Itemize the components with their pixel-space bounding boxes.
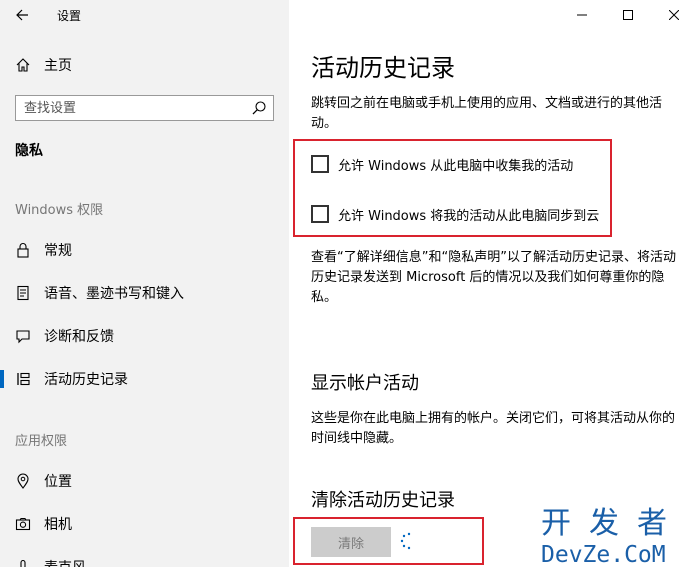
watermark-bottom-text: DevZe.CoM — [541, 542, 666, 567]
camera-icon — [14, 515, 32, 533]
home-icon — [14, 56, 32, 74]
active-indicator — [0, 370, 4, 388]
timeline-icon — [14, 370, 32, 388]
search-input[interactable] — [24, 99, 244, 117]
search-icon[interactable] — [251, 100, 267, 116]
minimize-icon — [577, 14, 587, 16]
sidebar-item-label: 主页 — [44, 58, 72, 74]
app-permissions-heading: 应用权限 — [15, 434, 68, 449]
sidebar: 设置 主页 隐私 Windows 权限 常规 语音、墨迹书写和键入 诊断和反馈 — [0, 0, 289, 567]
sidebar-item-general[interactable]: 常规 — [0, 232, 289, 268]
microphone-icon — [14, 558, 32, 567]
sidebar-item-speech[interactable]: 语音、墨迹书写和键入 — [0, 275, 289, 311]
privacy-note: 查看“了解详细信息”和“隐私声明”以了解活动历史记录、将活动历史记录发送到 Mi… — [311, 250, 676, 305]
titlebar-left: 设置 — [0, 0, 289, 30]
checkbox-label: 允许 Windows 将我的活动从此电脑同步到云 — [338, 208, 600, 224]
sidebar-item-camera[interactable]: 相机 — [0, 506, 289, 542]
page-title: 活动历史记录 — [311, 54, 455, 82]
checkbox[interactable] — [311, 205, 329, 223]
privacy-heading: 隐私 — [15, 143, 43, 159]
close-button[interactable] — [651, 0, 697, 30]
sidebar-item-home[interactable]: 主页 — [0, 47, 289, 83]
arrow-left-icon[interactable] — [12, 5, 32, 25]
sidebar-item-label: 位置 — [44, 474, 72, 490]
sidebar-item-label: 诊断和反馈 — [44, 329, 114, 345]
feedback-icon — [14, 327, 32, 345]
search-box[interactable] — [15, 95, 274, 121]
lock-icon — [14, 241, 32, 259]
sidebar-item-activity-history[interactable]: 活动历史记录 — [0, 361, 289, 397]
checkbox-collect-activity[interactable]: 允许 Windows 从此电脑中收集我的活动 — [311, 153, 573, 175]
maximize-button[interactable] — [605, 0, 651, 30]
watermark-logo: 开发者 DevZe.CoM — [541, 498, 691, 567]
location-icon — [14, 472, 32, 490]
show-accounts-heading: 显示帐户活动 — [311, 373, 419, 394]
close-icon — [669, 10, 679, 20]
checkbox-sync-activity[interactable]: 允许 Windows 将我的活动从此电脑同步到云 — [311, 203, 599, 225]
checkbox[interactable] — [311, 155, 329, 173]
loading-spinner-icon — [400, 532, 411, 550]
sidebar-item-label: 语音、墨迹书写和键入 — [44, 286, 184, 302]
sidebar-item-label: 常规 — [44, 243, 72, 259]
minimize-button[interactable] — [559, 0, 605, 30]
document-icon — [14, 284, 32, 302]
sidebar-item-label: 麦克风 — [44, 557, 86, 567]
window-controls — [559, 0, 699, 30]
clear-button[interactable]: 清除 — [311, 527, 391, 557]
intro-text: 跳转回之前在电脑或手机上使用的应用、文档或进行的其他活动。 — [311, 96, 663, 131]
checkbox-label: 允许 Windows 从此电脑中收集我的活动 — [338, 158, 574, 174]
watermark-top-text: 开发者 — [541, 506, 685, 541]
maximize-icon — [623, 10, 633, 20]
sidebar-item-diagnostics[interactable]: 诊断和反馈 — [0, 318, 289, 354]
sidebar-item-label: 相机 — [44, 517, 72, 533]
show-accounts-description: 这些是你在此电脑上拥有的帐户。关闭它们，可将其活动从你的时间线中隐藏。 — [311, 411, 676, 446]
app-title: 设置 — [57, 9, 82, 23]
clear-history-heading: 清除活动历史记录 — [311, 490, 455, 511]
sidebar-item-label: 活动历史记录 — [44, 372, 128, 388]
sidebar-item-microphone[interactable]: 麦克风 — [0, 549, 289, 567]
sidebar-item-location[interactable]: 位置 — [0, 463, 289, 499]
windows-permissions-heading: Windows 权限 — [15, 203, 104, 218]
